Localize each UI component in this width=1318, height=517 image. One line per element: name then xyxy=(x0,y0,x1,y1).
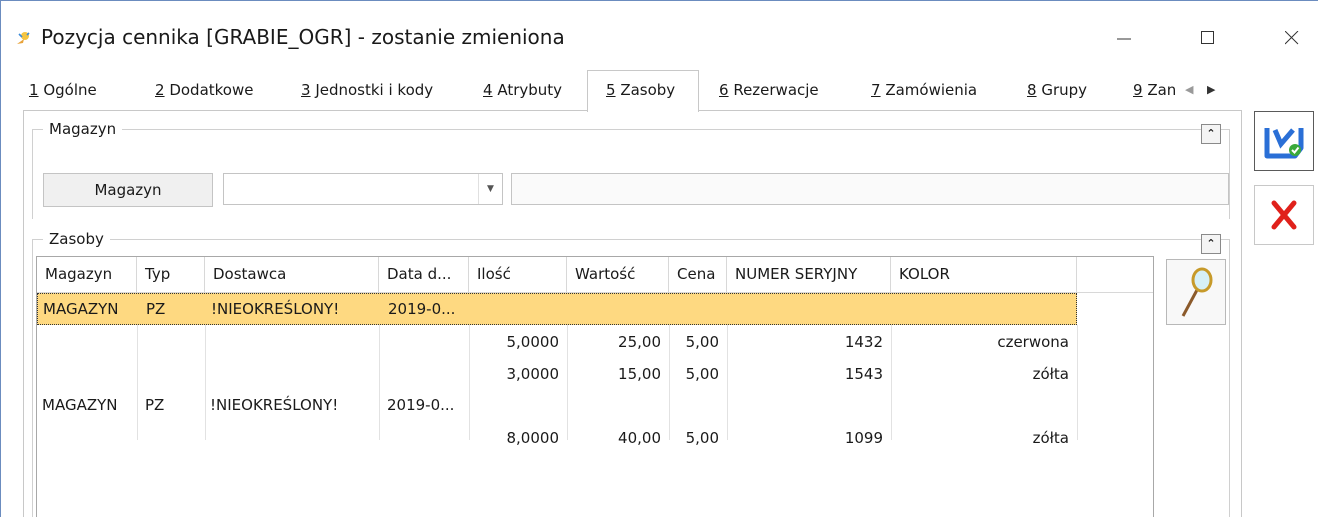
cell-ilosc: 3,0000 xyxy=(506,365,560,383)
cell-dostawca: !NIEOKREŚLONY! xyxy=(211,300,340,318)
maximize-icon xyxy=(1201,31,1214,44)
col-header-wartosc[interactable]: Wartość xyxy=(567,257,669,293)
table-row-selected[interactable]: MAGAZYN PZ !NIEOKREŚLONY! 2019-0... xyxy=(37,293,1077,325)
tab-ogolne[interactable]: 1 Ogólne xyxy=(29,71,97,111)
cell-ilosc: 8,0000 xyxy=(506,429,560,447)
tab-dodatkowe[interactable]: 2 Dodatkowe xyxy=(155,71,253,111)
cell-data: 2019-0... xyxy=(387,396,455,414)
col-header-data[interactable]: Data d... xyxy=(379,257,469,293)
minimize-button[interactable] xyxy=(1101,19,1147,55)
cell-kolor: czerwona xyxy=(997,333,1069,351)
cell-typ: PZ xyxy=(146,300,166,318)
col-header-cena[interactable]: Cena xyxy=(669,257,727,293)
col-header-dostawca[interactable]: Dostawca xyxy=(205,257,379,293)
tab-scroll-right-icon[interactable]: ▶ xyxy=(1207,83,1215,96)
save-button[interactable] xyxy=(1254,111,1314,171)
cell-wartosc: 15,00 xyxy=(618,365,661,383)
cell-wartosc: 25,00 xyxy=(618,333,661,351)
tab-grupy[interactable]: 8 Grupy xyxy=(1027,71,1087,111)
cell-kolor: zółta xyxy=(1032,429,1069,447)
table-row[interactable]: 3,0000 15,00 5,00 1543 zółta xyxy=(37,359,1077,391)
col-header-ilosc[interactable]: Ilość xyxy=(469,257,567,293)
magazyn-button[interactable]: Magazyn xyxy=(43,173,213,207)
cell-numer-seryjny: 1099 xyxy=(844,429,883,447)
cell-magazyn: MAGAZYN xyxy=(42,396,118,414)
cell-cena: 5,00 xyxy=(685,333,719,351)
tab-bar: 1 Ogólne 2 Dodatkowe 3 Jednostki i kody … xyxy=(23,70,1243,112)
cell-typ: PZ xyxy=(145,396,165,414)
col-header-typ[interactable]: Typ xyxy=(137,257,205,293)
zasoby-collapse-button[interactable]: ⌃ xyxy=(1201,234,1221,254)
cell-numer-seryjny: 1432 xyxy=(844,333,883,351)
tab-zan[interactable]: 9 Zan xyxy=(1133,71,1183,111)
magazyn-combo[interactable]: ▼ xyxy=(223,173,503,205)
chevron-up-icon: ⌃ xyxy=(1206,127,1216,140)
cell-cena: 5,00 xyxy=(685,365,719,383)
col-header-numer-seryjny[interactable]: NUMER SERYJNY xyxy=(727,257,891,293)
tab-atrybuty[interactable]: 4 Atrybuty xyxy=(483,71,562,111)
cell-ilosc: 5,0000 xyxy=(506,333,560,351)
cell-dostawca: !NIEOKREŚLONY! xyxy=(210,396,339,414)
dialog-window: Pozycja cennika [GRABIE_OGR] - zostanie … xyxy=(0,0,1318,517)
magazyn-description-field xyxy=(511,173,1229,205)
col-header-kolor[interactable]: KOLOR xyxy=(891,257,1077,293)
close-button[interactable] xyxy=(1269,19,1315,55)
cell-wartosc: 40,00 xyxy=(618,429,661,447)
cell-numer-seryjny: 1543 xyxy=(844,365,883,383)
table-row[interactable]: 5,0000 25,00 5,00 1432 czerwona xyxy=(37,327,1077,359)
tab-zasoby[interactable]: 5 Zasoby xyxy=(587,70,699,112)
window-title: Pozycja cennika [GRABIE_OGR] - zostanie … xyxy=(41,25,565,49)
zasoby-group-title: Zasoby xyxy=(43,230,110,248)
app-icon xyxy=(17,32,30,44)
maximize-button[interactable] xyxy=(1185,19,1231,55)
magazyn-group-title: Magazyn xyxy=(43,120,123,138)
table-row-group[interactable]: MAGAZYN PZ !NIEOKREŚLONY! 2019-0... xyxy=(37,390,1077,422)
magazyn-collapse-button[interactable]: ⌃ xyxy=(1201,124,1221,144)
save-icon xyxy=(1264,128,1304,159)
cancel-button[interactable] xyxy=(1254,185,1314,245)
grid-column-divider xyxy=(1077,325,1078,440)
zasoby-pane: Magazyn ⌃ Magazyn ▼ Zasoby ⌃ Magazyn Typ… xyxy=(23,110,1242,517)
cell-kolor: zółta xyxy=(1032,365,1069,383)
chevron-up-icon: ⌃ xyxy=(1206,237,1216,250)
zasoby-grid[interactable]: Magazyn Typ Dostawca Data d... Ilość War… xyxy=(36,256,1154,517)
tab-zamowienia[interactable]: 7 Zamówienia xyxy=(871,71,977,111)
cell-magazyn: MAGAZYN xyxy=(43,300,119,318)
cell-cena: 5,00 xyxy=(685,429,719,447)
table-row[interactable]: 8,0000 40,00 5,00 1099 zółta xyxy=(37,423,1077,455)
col-header-magazyn[interactable]: Magazyn xyxy=(37,257,137,293)
tab-rezerwacje[interactable]: 6 Rezerwacje xyxy=(719,71,819,111)
preview-button[interactable] xyxy=(1166,259,1226,325)
minimize-icon xyxy=(1117,38,1131,40)
cancel-icon xyxy=(1271,200,1297,230)
magnifier-icon xyxy=(1181,267,1213,317)
tab-scroll-left-icon[interactable]: ◀ xyxy=(1185,83,1193,96)
chevron-down-icon[interactable]: ▼ xyxy=(478,174,502,204)
col-header-filler xyxy=(1077,257,1153,293)
magazyn-group: Magazyn ⌃ Magazyn ▼ xyxy=(32,120,1230,219)
cell-data: 2019-0... xyxy=(388,300,456,318)
tab-jednostki-i-kody[interactable]: 3 Jednostki i kody xyxy=(301,71,433,111)
close-icon xyxy=(1285,31,1299,45)
grid-header: Magazyn Typ Dostawca Data d... Ilość War… xyxy=(37,257,1153,293)
title-bar: Pozycja cennika [GRABIE_OGR] - zostanie … xyxy=(1,1,1318,65)
